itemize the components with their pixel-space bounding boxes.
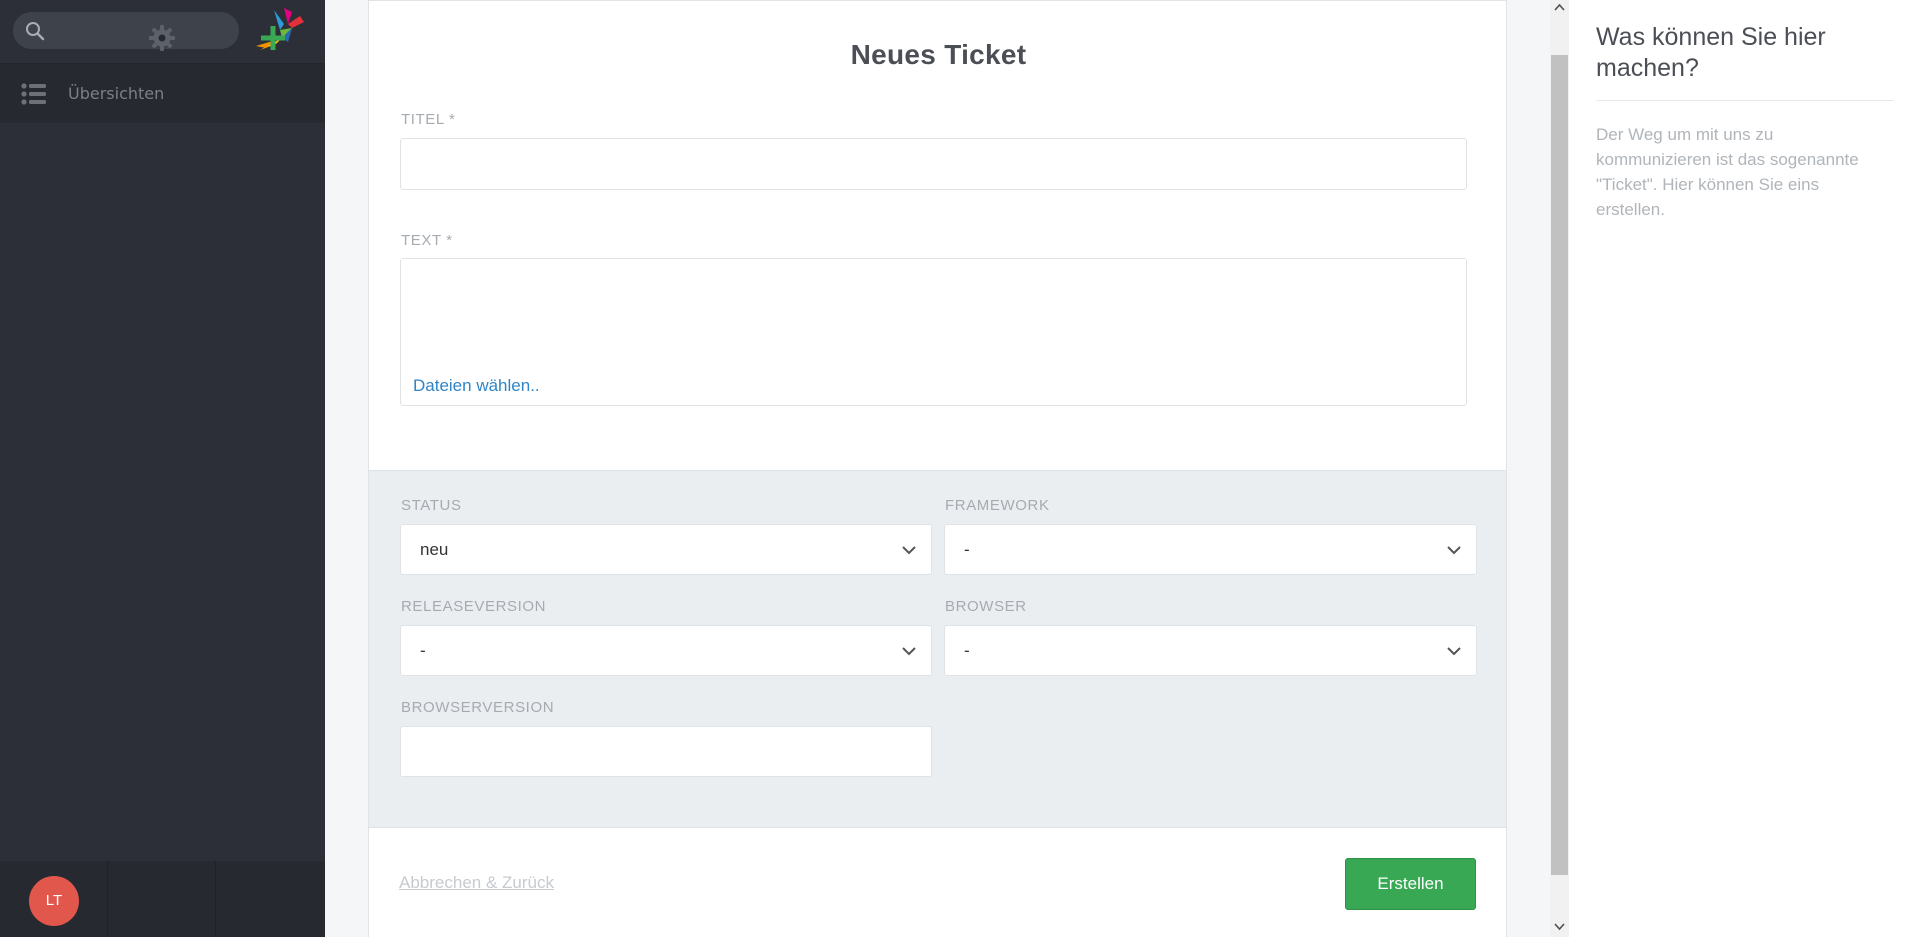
text-label: TEXT * — [401, 232, 453, 249]
choose-files-link[interactable]: Dateien wählen.. — [413, 376, 540, 396]
create-button[interactable]: Erstellen — [1345, 858, 1476, 910]
ticket-attributes-panel: STATUS neu FRAMEWORK - RELEASEVERSION - … — [369, 470, 1506, 828]
help-panel: Was können Sie hier machen? Der Weg um m… — [1569, 0, 1920, 937]
title-input[interactable] — [400, 138, 1467, 190]
sidebar-footer: LT — [0, 861, 325, 937]
releaseversion-value: - — [420, 641, 426, 660]
framework-select[interactable]: - — [944, 524, 1477, 575]
releaseversion-select[interactable]: - — [400, 625, 932, 676]
releaseversion-label: RELEASEVERSION — [401, 598, 547, 615]
sidebar-item-label: Übersichten — [68, 84, 165, 103]
text-editor[interactable]: Dateien wählen.. — [400, 258, 1467, 406]
status-select[interactable]: neu — [400, 524, 932, 575]
status-value: neu — [420, 540, 449, 559]
cancel-back-link[interactable]: Abbrechen & Zurück — [399, 873, 554, 893]
plus-icon[interactable] — [260, 25, 286, 51]
help-divider — [1596, 100, 1894, 101]
scrollbar[interactable] — [1550, 0, 1569, 937]
avatar-cell[interactable]: LT — [0, 861, 108, 937]
add-cell[interactable] — [216, 861, 325, 937]
avatar[interactable]: LT — [29, 876, 79, 926]
help-text: Der Weg um mit uns zu kommunizieren ist … — [1596, 125, 1859, 219]
browser-select[interactable]: - — [944, 625, 1477, 676]
ticket-create-form: Neues Ticket TITEL * TEXT * Dateien wähl… — [368, 0, 1507, 937]
browser-value: - — [964, 641, 970, 660]
scrollbar-thumb[interactable] — [1551, 55, 1568, 875]
status-label: STATUS — [401, 497, 462, 514]
browserversion-input[interactable] — [400, 726, 932, 777]
framework-label: FRAMEWORK — [945, 497, 1050, 514]
list-icon — [21, 83, 46, 105]
sidebar-item-overviews[interactable]: Übersichten — [0, 64, 325, 123]
browserversion-label: BROWSERVERSION — [401, 699, 555, 716]
chevron-down-icon — [902, 647, 916, 656]
settings-cell[interactable] — [108, 861, 216, 937]
browser-label: BROWSER — [945, 598, 1027, 615]
search-box[interactable] — [13, 12, 239, 49]
scroll-up-icon[interactable] — [1554, 2, 1565, 14]
search-input[interactable] — [55, 12, 231, 49]
chevron-down-icon — [1447, 546, 1461, 555]
search-icon — [26, 22, 45, 41]
chevron-down-icon — [1447, 647, 1461, 656]
chevron-down-icon — [902, 546, 916, 555]
title-label: TITEL * — [401, 111, 456, 128]
gear-icon[interactable] — [149, 25, 175, 51]
scroll-down-icon[interactable] — [1554, 920, 1565, 932]
framework-value: - — [964, 540, 970, 559]
text-input[interactable] — [401, 259, 1466, 359]
page-title: Neues Ticket — [850, 39, 1027, 70]
help-title: Was können Sie hier machen? — [1596, 23, 1826, 82]
sidebar: Übersichten LT — [0, 0, 325, 937]
